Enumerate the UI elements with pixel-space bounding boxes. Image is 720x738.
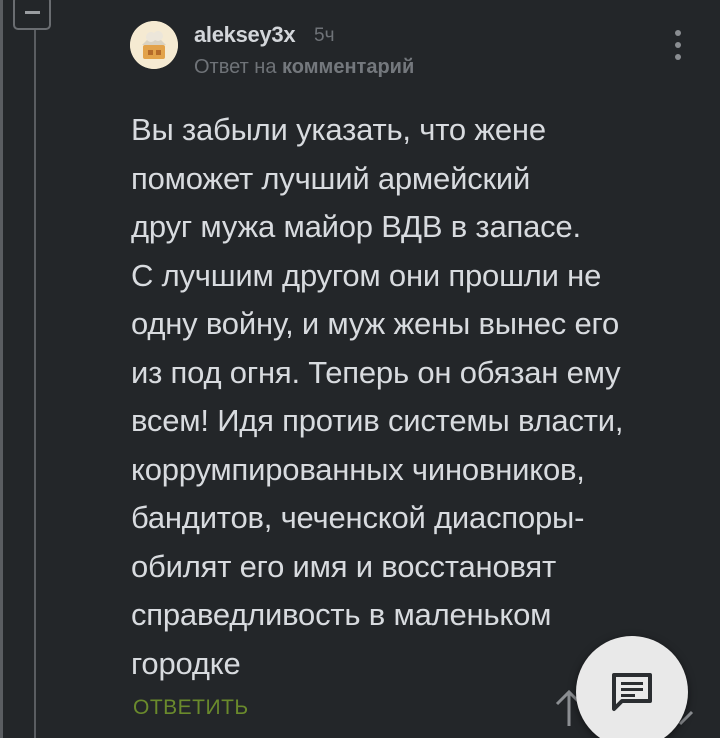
minus-icon [25, 11, 40, 14]
vertical-dots-icon [675, 42, 681, 48]
comment-body: Вы забыли указать, что жене поможет лучш… [131, 106, 701, 688]
comment-line: справедливость в маленьком [131, 597, 552, 632]
comment-author[interactable]: aleksey3x [194, 22, 296, 48]
comment-time: 5ч [314, 25, 335, 46]
reply-to-link[interactable]: комментарий [282, 56, 414, 78]
thread-line-outer [0, 0, 3, 738]
comment-line: из под огня. Теперь он обязан ему [131, 354, 621, 390]
reply-to-line: Ответ на комментарий [194, 56, 414, 79]
comment-line: коррумпированных чиновников, [131, 451, 585, 487]
add-comment-button[interactable] [576, 636, 688, 738]
comment-line: обилят его имя и восстановят [131, 548, 556, 584]
reply-button[interactable]: ОТВЕТИТЬ [133, 696, 249, 720]
comment-line: бандитов, чеченской диаспоры- [131, 500, 585, 535]
reply-to-prefix: Ответ на [194, 56, 277, 78]
comment-line: поможет лучший армейский [131, 160, 531, 196]
comment-thread: aleksey3x 5ч Ответ на комментарий Вы заб… [0, 0, 720, 738]
comment-line: друг мужа майор ВДВ в запасе. [131, 209, 581, 244]
collapse-thread-button[interactable] [13, 0, 51, 30]
thread-line-inner[interactable] [34, 30, 36, 738]
comment-line: одну войну, и муж жены вынес его [131, 306, 620, 341]
avatar[interactable] [130, 21, 178, 69]
comment-line: всем! Идя против системы власти, [131, 403, 624, 438]
avatar-image [130, 21, 178, 69]
vertical-dots-icon [675, 54, 681, 60]
vertical-dots-icon [675, 30, 681, 36]
comment-line: Вы забыли указать, что жене [131, 112, 546, 147]
more-options-button[interactable] [668, 30, 688, 64]
comment-icon [612, 673, 652, 711]
comment-line: С лучшим другом они прошли не [131, 257, 602, 293]
